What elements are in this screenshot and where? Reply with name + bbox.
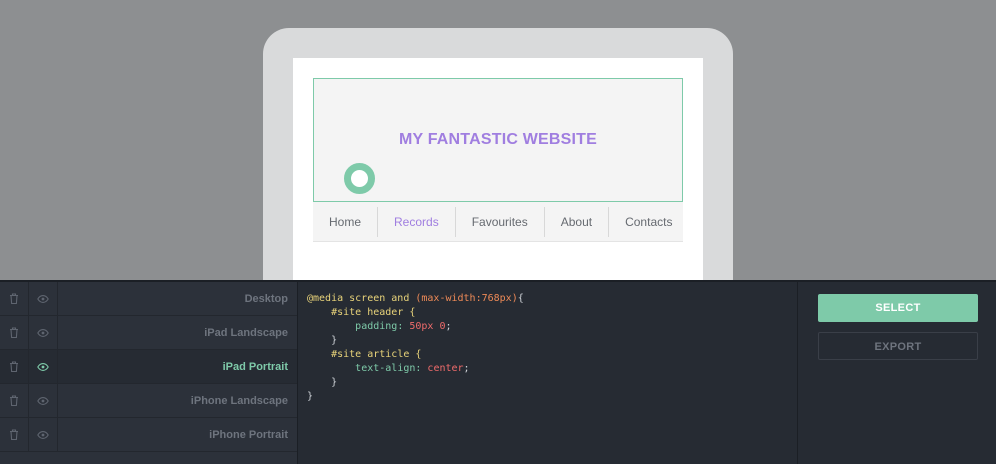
site-title: MY FANTASTIC WEBSITE bbox=[398, 131, 598, 148]
code-token: } bbox=[331, 377, 338, 388]
code-line: #site article { bbox=[307, 348, 797, 362]
breakpoint-row-iphone-landscape[interactable]: iPhone Landscape bbox=[0, 384, 297, 418]
breakpoint-label: iPad Landscape bbox=[204, 327, 288, 339]
export-button[interactable]: EXPORT bbox=[818, 332, 978, 360]
select-button[interactable]: SELECT bbox=[818, 294, 978, 322]
breakpoint-row-iphone-portrait[interactable]: iPhone Portrait bbox=[0, 418, 297, 452]
code-token: (max-width:768px) bbox=[415, 293, 518, 304]
code-token: padding: bbox=[355, 321, 410, 332]
trash-icon[interactable] bbox=[0, 350, 29, 383]
breakpoint-row-desktop[interactable]: Desktop bbox=[0, 282, 297, 316]
code-line: } bbox=[307, 390, 797, 404]
code-token: { bbox=[517, 293, 524, 304]
code-line: } bbox=[307, 376, 797, 390]
code-token: ; bbox=[463, 363, 470, 374]
code-token: } bbox=[307, 391, 314, 402]
code-token: #site article { bbox=[331, 349, 422, 360]
eye-icon[interactable] bbox=[29, 316, 58, 349]
code-line: } bbox=[307, 334, 797, 348]
circle-handle-icon[interactable] bbox=[344, 163, 375, 194]
nav-item-favourites[interactable]: Favourites bbox=[456, 206, 545, 237]
actions-panel: SELECT EXPORT bbox=[798, 282, 996, 464]
trash-icon[interactable] bbox=[0, 418, 29, 451]
breakpoint-list: Desktop iPad Landscape iPad Portrait iPh… bbox=[0, 282, 298, 464]
code-line: text-align: center; bbox=[307, 362, 797, 376]
breakpoint-label: iPhone Landscape bbox=[190, 395, 288, 407]
code-token: 50px 0 bbox=[409, 321, 446, 332]
code-token: text-align: bbox=[355, 363, 428, 374]
nav-item-contacts[interactable]: Contacts bbox=[609, 207, 688, 237]
code-line: #site header { bbox=[307, 306, 797, 320]
code-token: center bbox=[427, 363, 464, 374]
bottom-panel: Desktop iPad Landscape iPad Portrait iPh… bbox=[0, 280, 996, 464]
code-token: ; bbox=[445, 321, 452, 332]
code-line: @media screen and (max-width:768px){ bbox=[307, 292, 797, 306]
breakpoint-row-ipad-portrait[interactable]: iPad Portrait bbox=[0, 350, 297, 384]
trash-icon[interactable] bbox=[0, 282, 29, 315]
eye-icon[interactable] bbox=[29, 384, 58, 417]
trash-icon[interactable] bbox=[0, 384, 29, 417]
breakpoint-row-ipad-landscape[interactable]: iPad Landscape bbox=[0, 316, 297, 350]
breakpoint-label: iPad Portrait bbox=[222, 361, 288, 373]
nav-item-about[interactable]: About bbox=[545, 206, 610, 237]
trash-icon[interactable] bbox=[0, 316, 29, 349]
code-token: } bbox=[331, 335, 338, 346]
code-line: padding: 50px 0; bbox=[307, 320, 797, 334]
code-token: #site header { bbox=[331, 307, 416, 318]
breakpoint-label: Desktop bbox=[244, 293, 288, 305]
eye-icon[interactable] bbox=[29, 350, 58, 383]
nav-item-records[interactable]: Records bbox=[378, 206, 456, 237]
eye-icon[interactable] bbox=[29, 418, 58, 451]
code-token: @media screen and bbox=[307, 293, 416, 304]
nav-item-home[interactable]: Home bbox=[313, 206, 379, 237]
site-header[interactable]: MY FANTASTIC WEBSITE bbox=[313, 78, 683, 202]
eye-icon[interactable] bbox=[29, 282, 58, 315]
css-code-editor[interactable]: @media screen and (max-width:768px){ #si… bbox=[298, 282, 798, 464]
breakpoint-label: iPhone Portrait bbox=[209, 429, 288, 441]
site-nav: Home Records Favourites About Contacts bbox=[313, 202, 683, 242]
